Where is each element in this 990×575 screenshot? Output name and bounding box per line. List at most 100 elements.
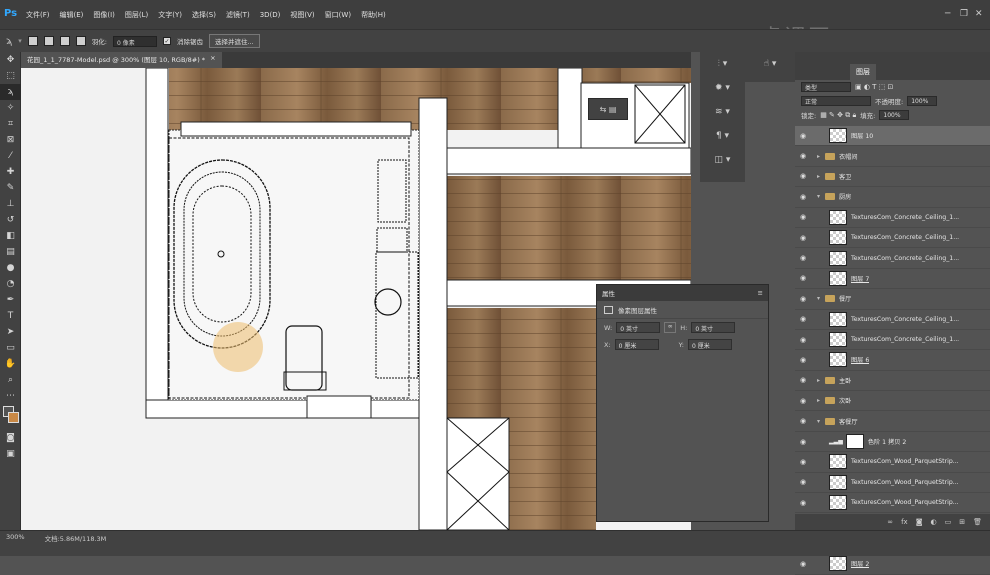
layer-row[interactable]: ◉ 图层 2 — [795, 554, 990, 575]
menu-view[interactable]: 视图(V) — [290, 10, 314, 20]
chevron-down-icon[interactable]: ▾ — [18, 37, 22, 45]
eraser-tool-icon[interactable]: ◧ — [0, 228, 21, 244]
group-toggle-icon[interactable]: ▾ — [817, 295, 825, 302]
layer-row[interactable]: ◉ ▸ 客卫 — [795, 167, 990, 188]
h-input[interactable]: 0 英寸 — [691, 322, 736, 333]
link-layers-icon[interactable]: ∞ — [887, 518, 893, 526]
eyedropper-tool-icon[interactable]: ⁄ — [0, 148, 21, 164]
link-icon[interactable]: ∞ — [664, 322, 677, 333]
visibility-eye-icon[interactable]: ◉ — [795, 274, 811, 282]
visibility-eye-icon[interactable]: ◉ — [795, 560, 811, 568]
lock-icons[interactable]: ▦ ✎ ✥ ⧉ 🔒︎ — [820, 111, 856, 120]
visibility-eye-icon[interactable]: ◉ — [795, 499, 811, 507]
layer-row[interactable]: ◉ TexturesCom_Wood_ParquetStrip... — [795, 473, 990, 494]
add-mask-icon[interactable]: ◙ — [916, 518, 923, 526]
visibility-eye-icon[interactable]: ◉ — [795, 417, 811, 425]
visibility-eye-icon[interactable]: ◉ — [795, 438, 811, 446]
blend-mode-select[interactable]: 正常 — [801, 96, 871, 106]
add-selection-icon[interactable] — [43, 36, 54, 46]
visibility-eye-icon[interactable]: ◉ — [795, 172, 811, 180]
gradient-tool-icon[interactable]: ▤ — [0, 244, 21, 260]
panel-menu-icon[interactable]: ≡ — [758, 289, 763, 297]
visibility-eye-icon[interactable]: ◉ — [795, 234, 811, 242]
opacity-input[interactable]: 100% — [907, 96, 938, 106]
feather-input[interactable]: 0 像素 — [113, 35, 157, 47]
panel-icon-paragraph[interactable]: ¶ ▾ — [700, 124, 745, 148]
group-toggle-icon[interactable]: ▾ — [817, 418, 825, 425]
layer-row[interactable]: ◉ TexturesCom_Concrete_Ceiling_1... — [795, 248, 990, 269]
new-layer-icon[interactable]: ⊞ — [959, 518, 965, 526]
layer-row[interactable]: ◉ ▾ 厨房 — [795, 187, 990, 208]
layer-row[interactable]: ◉ TexturesCom_Wood_ParquetStrip... — [795, 493, 990, 514]
w-input[interactable]: 0 英寸 — [616, 322, 661, 333]
panel-icon-gesture[interactable]: ☝ ▾ — [745, 52, 795, 76]
visibility-eye-icon[interactable]: ◉ — [795, 193, 811, 201]
group-toggle-icon[interactable]: ▸ — [817, 377, 825, 384]
visibility-eye-icon[interactable]: ◉ — [795, 132, 811, 140]
panel-icon-character[interactable]: ◫ ▾ — [700, 148, 745, 172]
visibility-eye-icon[interactable]: ◉ — [795, 458, 811, 466]
layer-row[interactable]: ◉ ▸ 衣帽间 — [795, 146, 990, 167]
clone-stamp-icon[interactable]: ⊥ — [0, 196, 21, 212]
pen-tool-icon[interactable]: ✒ — [0, 292, 21, 308]
visibility-eye-icon[interactable]: ◉ — [795, 152, 811, 160]
menu-type[interactable]: 文字(Y) — [158, 10, 182, 20]
visibility-eye-icon[interactable]: ◉ — [795, 376, 811, 384]
x-input[interactable]: 0 厘米 — [614, 339, 659, 350]
menu-file[interactable]: 文件(F) — [26, 10, 50, 20]
menu-image[interactable]: 图像(I) — [93, 10, 115, 20]
more-tools-icon[interactable]: ⋯ — [0, 388, 21, 404]
layer-row[interactable]: ◉ 图层 10 — [795, 126, 990, 147]
new-selection-icon[interactable] — [27, 36, 38, 46]
select-and-mask-button[interactable]: 选择并遮住... — [209, 34, 260, 48]
group-toggle-icon[interactable]: ▸ — [817, 173, 825, 180]
zoom-tool-icon[interactable]: ⌕ — [0, 372, 21, 388]
panel-icon-adjust[interactable]: ⫶ ▾ — [700, 52, 745, 76]
floating-panel-icon[interactable]: ⇆ ▤ — [588, 98, 628, 120]
crop-tool-icon[interactable]: ⌗ — [0, 116, 21, 132]
document-tab[interactable]: 花园_1_1_7787-Model.psd @ 300% (图层 10, RGB… — [21, 52, 222, 68]
panel-icon-brush[interactable]: ✹ ▾ — [700, 76, 745, 100]
minimize-icon[interactable]: ─ — [945, 9, 950, 19]
marquee-tool-icon[interactable]: ⬚ — [0, 68, 21, 84]
close-icon[interactable]: ✕ — [975, 9, 983, 19]
group-toggle-icon[interactable]: ▾ — [817, 193, 825, 200]
close-tab-icon[interactable]: × — [210, 54, 215, 66]
move-tool-icon[interactable]: ✥ — [0, 52, 21, 68]
layer-filter-icons[interactable]: ▣ ◐ T ⬚ ⊡ — [855, 83, 893, 91]
menu-edit[interactable]: 编辑(E) — [60, 10, 84, 20]
filter-kind-select[interactable]: 类型 — [801, 82, 851, 92]
layer-row[interactable]: ◉ 图层 7 — [795, 269, 990, 290]
canvas[interactable] — [21, 68, 691, 530]
antialias-checkbox[interactable]: ✓ — [163, 37, 171, 45]
type-tool-icon[interactable]: T — [0, 308, 21, 324]
background-color-icon[interactable] — [8, 412, 19, 423]
magic-wand-tool-icon[interactable]: ✧ — [0, 100, 21, 116]
restore-icon[interactable]: ❐ — [960, 9, 968, 19]
fill-input[interactable]: 100% — [879, 110, 910, 120]
history-brush-icon[interactable]: ↺ — [0, 212, 21, 228]
layer-row[interactable]: ◉ 图层 6 — [795, 350, 990, 371]
layer-row[interactable]: ◉ ▾ 餐厅 — [795, 289, 990, 310]
visibility-eye-icon[interactable]: ◉ — [795, 213, 811, 221]
visibility-eye-icon[interactable]: ◉ — [795, 254, 811, 262]
adjustment-icon[interactable]: ◐ — [931, 518, 937, 526]
delete-layer-icon[interactable]: 🗑︎ — [973, 518, 982, 526]
menu-window[interactable]: 窗口(W) — [325, 10, 351, 20]
menu-layer[interactable]: 图层(L) — [125, 10, 148, 20]
healing-brush-icon[interactable]: ✚ — [0, 164, 21, 180]
subtract-selection-icon[interactable] — [59, 36, 70, 46]
brush-tool-icon[interactable]: ✎ — [0, 180, 21, 196]
lasso-tool-icon[interactable]: ϡ — [6, 36, 12, 47]
new-group-icon[interactable]: ▭ — [945, 518, 952, 526]
intersect-selection-icon[interactable] — [75, 36, 86, 46]
panel-icon-levels[interactable]: ≋ ▾ — [700, 100, 745, 124]
layer-mask-thumbnail[interactable] — [845, 434, 864, 450]
visibility-eye-icon[interactable]: ◉ — [795, 336, 811, 344]
layer-row[interactable]: ◉ TexturesCom_Concrete_Ceiling_1... — [795, 228, 990, 249]
layer-row[interactable]: ◉ TexturesCom_Concrete_Ceiling_1... — [795, 208, 990, 228]
layer-row[interactable]: ◉ TexturesCom_Wood_ParquetStrip... — [795, 452, 990, 473]
dodge-tool-icon[interactable]: ◔ — [0, 276, 21, 292]
visibility-eye-icon[interactable]: ◉ — [795, 315, 811, 323]
layer-row[interactable]: ◉ TexturesCom_Concrete_Ceiling_1... — [795, 310, 990, 330]
